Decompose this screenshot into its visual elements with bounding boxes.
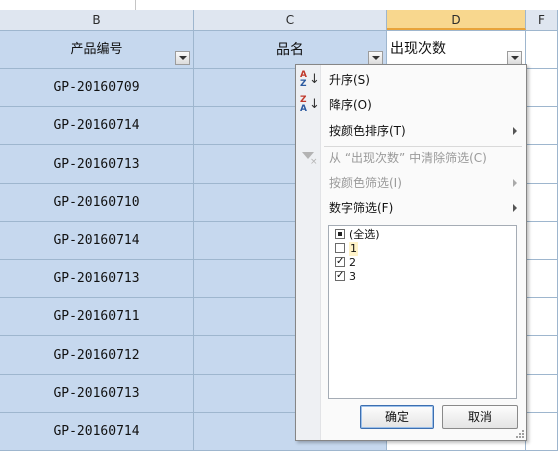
product-code-cell[interactable]: GP-20160713 bbox=[0, 260, 194, 298]
header-cell-product-code[interactable]: 产品编号 bbox=[0, 31, 194, 69]
menu-item-sort-by-color[interactable]: 按颜色排序(T) bbox=[296, 119, 526, 143]
down-arrow-icon: ↓ bbox=[309, 72, 320, 87]
submenu-arrow-icon bbox=[513, 179, 517, 187]
grid-cell[interactable] bbox=[526, 145, 558, 184]
submenu-arrow-icon bbox=[513, 127, 517, 135]
menu-item-label: 按颜色排序(T) bbox=[329, 124, 406, 138]
grid-cell[interactable] bbox=[526, 184, 558, 222]
product-code-cell[interactable]: GP-20160709 bbox=[0, 69, 194, 107]
header-label: 出现次数 bbox=[390, 41, 446, 57]
filter-option-label: 3 bbox=[349, 270, 356, 283]
sort-ascending-icon: A Z ↓ bbox=[299, 71, 320, 89]
grid-cell[interactable] bbox=[526, 222, 558, 260]
column-header-bar: B C D F bbox=[0, 10, 558, 31]
menu-item-sort-descending[interactable]: Z A ↓ 降序(O) bbox=[296, 93, 526, 117]
filter-values-list[interactable]: (全选) 1 ✓ 2 ✓ 3 bbox=[328, 225, 517, 399]
menu-item-sort-ascending[interactable]: A Z ↓ 升序(S) bbox=[296, 68, 526, 92]
menu-item-label: 数字筛选(F) bbox=[329, 201, 394, 215]
filter-option-select-all[interactable]: (全选) bbox=[335, 228, 380, 242]
menu-item-number-filter[interactable]: 数字筛选(F) bbox=[296, 196, 526, 220]
checkbox-checked[interactable]: ✓ bbox=[335, 271, 345, 281]
filter-option-label: 2 bbox=[349, 256, 356, 269]
header-label: 产品编号 bbox=[70, 42, 123, 57]
grid-cell[interactable] bbox=[526, 107, 558, 145]
clear-filter-icon bbox=[302, 150, 318, 174]
checkbox-partial[interactable] bbox=[335, 229, 345, 239]
grid-cell[interactable] bbox=[526, 298, 558, 336]
down-arrow-icon: ↓ bbox=[309, 97, 320, 112]
submenu-arrow-icon bbox=[513, 204, 517, 212]
filter-option-1[interactable]: 1 bbox=[335, 242, 358, 256]
filter-option-label: 1 bbox=[350, 242, 357, 255]
cancel-button[interactable]: 取消 bbox=[442, 405, 518, 429]
column-header-b[interactable]: B bbox=[0, 10, 194, 30]
column-header-d[interactable]: D bbox=[387, 10, 526, 30]
sort-descending-icon: Z A ↓ bbox=[299, 96, 320, 114]
header-label: 品名 bbox=[276, 42, 304, 58]
icon-letter-bottom: A bbox=[300, 104, 307, 114]
grid-cell[interactable] bbox=[526, 375, 558, 413]
filter-dropdown-button[interactable] bbox=[175, 51, 190, 65]
product-code-cell[interactable]: GP-20160714 bbox=[0, 222, 194, 260]
menu-item-label: 升序(S) bbox=[329, 73, 370, 87]
menu-item-filter-by-color: 按颜色筛选(I) bbox=[296, 171, 526, 195]
menu-item-label: 按颜色筛选(I) bbox=[329, 176, 402, 190]
grid-cell[interactable] bbox=[526, 260, 558, 298]
formula-bar-divider bbox=[135, 0, 136, 10]
product-code-cell[interactable]: GP-20160714 bbox=[0, 413, 194, 451]
product-code-cell[interactable]: GP-20160711 bbox=[0, 298, 194, 336]
checkbox-checked[interactable]: ✓ bbox=[335, 257, 345, 267]
product-code-cell[interactable]: GP-20160713 bbox=[0, 145, 194, 184]
grid-cell[interactable] bbox=[526, 336, 558, 375]
column-header-c[interactable]: C bbox=[194, 10, 387, 30]
product-code-cell[interactable]: GP-20160714 bbox=[0, 107, 194, 145]
product-code-cell[interactable]: GP-20160710 bbox=[0, 184, 194, 222]
filter-option-2[interactable]: ✓ 2 bbox=[335, 256, 356, 270]
grid-cell[interactable] bbox=[526, 69, 558, 107]
menu-item-label: 从 “出现次数” 中清除筛选(C) bbox=[329, 151, 487, 165]
filter-option-label: (全选) bbox=[349, 228, 380, 241]
grid-cell[interactable] bbox=[526, 413, 558, 451]
menu-item-label: 降序(O) bbox=[329, 98, 372, 112]
product-code-cell[interactable]: GP-20160713 bbox=[0, 375, 194, 413]
column-header-f[interactable]: F bbox=[526, 10, 558, 30]
checkbox-unchecked[interactable] bbox=[335, 243, 345, 253]
product-code-cell[interactable]: GP-20160712 bbox=[0, 336, 194, 375]
resize-grip-icon[interactable] bbox=[515, 429, 525, 439]
ok-button[interactable]: 确定 bbox=[360, 405, 434, 429]
grid-cell[interactable] bbox=[526, 31, 558, 69]
filter-dropdown-button[interactable] bbox=[368, 51, 383, 65]
filter-option-3[interactable]: ✓ 3 bbox=[335, 270, 356, 284]
menu-item-clear-filter: 从 “出现次数” 中清除筛选(C) bbox=[296, 146, 526, 174]
filter-dropdown-button[interactable] bbox=[507, 51, 522, 65]
filter-dropdown-menu: A Z ↓ 升序(S) Z A ↓ 降序(O) 按颜色排序(T) 从 “出现次数… bbox=[295, 64, 527, 441]
icon-letter-bottom: Z bbox=[300, 79, 307, 89]
